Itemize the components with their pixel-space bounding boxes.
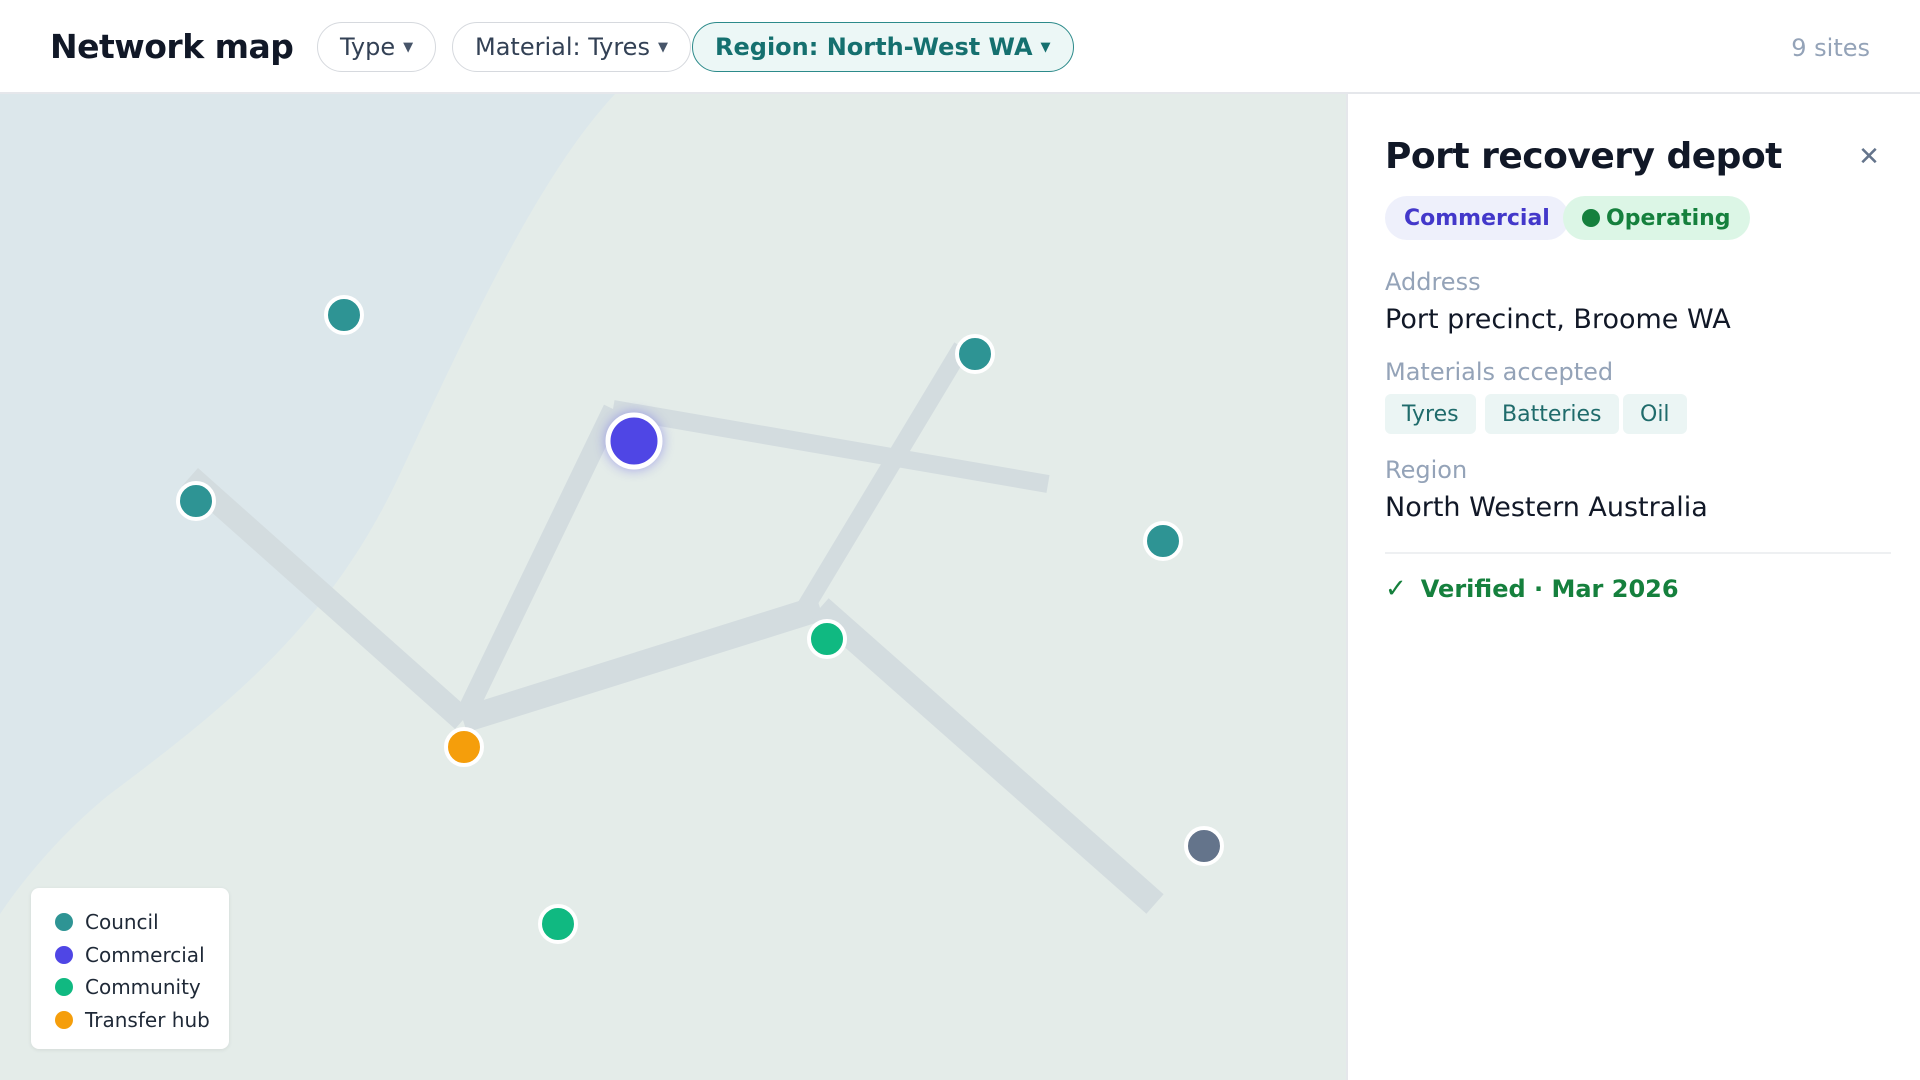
site-marker-council[interactable] [955, 334, 995, 374]
legend-item-council: Council [55, 906, 229, 939]
site-marker-council[interactable] [176, 481, 216, 521]
material-tag: Tyres [1385, 394, 1476, 434]
verified-label: Verified · Mar 2026 [1420, 575, 1679, 603]
site-marker-council[interactable] [324, 295, 364, 335]
materials-label: Materials accepted [1385, 358, 1614, 386]
route-segment [797, 342, 970, 613]
legend-item-commercial: Commercial [55, 939, 229, 972]
address-label: Address [1385, 268, 1481, 296]
legend-item-community: Community [55, 971, 229, 1004]
site-marker-community[interactable] [538, 904, 578, 944]
material-tag: Batteries [1485, 394, 1619, 434]
legend-item-transfer-hub: Transfer hub [55, 1004, 229, 1037]
water-area [0, 94, 615, 914]
page-title: Network map [50, 27, 294, 66]
site-count: 9 sites [1791, 34, 1870, 62]
site-detail-panel: Port recovery depot ✕ Commercial Operati… [1346, 94, 1920, 1080]
chevron-down-icon: ▼ [403, 39, 414, 55]
legend-label: Council [85, 910, 159, 935]
filter-material-chip[interactable]: Material: Tyres ▼ [452, 22, 691, 72]
legend-dot-icon [55, 913, 73, 932]
filter-material-label: Material: Tyres [475, 33, 650, 61]
legend-dot-icon [55, 1010, 73, 1029]
close-icon[interactable]: ✕ [1856, 144, 1882, 170]
region-value: North Western Australia [1385, 492, 1708, 523]
site-marker-community[interactable] [807, 619, 847, 659]
status-dot-icon [1582, 209, 1600, 227]
region-label: Region [1385, 456, 1468, 484]
check-icon: ✓ [1385, 574, 1407, 604]
legend-label: Transfer hub [85, 1007, 210, 1032]
legend-dot-icon [55, 978, 73, 997]
type-badge-label: Commercial [1404, 205, 1550, 231]
filter-type-chip[interactable]: Type ▼ [317, 22, 437, 72]
site-marker-transfer-hub[interactable] [444, 727, 484, 767]
material-tag: Oil [1623, 394, 1687, 434]
route-segment [811, 598, 1164, 914]
map-legend: Council Commercial Community Transfer hu… [31, 888, 229, 1049]
top-bar: Network map Type ▼ Material: Tyres ▼ Reg… [0, 0, 1920, 94]
site-marker-council[interactable] [1143, 521, 1183, 561]
legend-label: Community [85, 975, 201, 1000]
chevron-down-icon: ▼ [1040, 39, 1051, 55]
address-value: Port precinct, Broome WA [1385, 304, 1731, 335]
filter-region-label: Region: North-West WA [715, 33, 1033, 61]
site-title: Port recovery depot [1385, 136, 1782, 177]
verified-status: ✓ Verified · Mar 2026 [1385, 574, 1679, 604]
status-badge-label: Operating [1606, 205, 1731, 231]
filter-region-chip[interactable]: Region: North-West WA ▼ [692, 22, 1074, 72]
legend-label: Commercial [85, 942, 205, 967]
site-marker-inactive[interactable] [1184, 826, 1224, 866]
chevron-down-icon: ▼ [657, 39, 668, 55]
divider [1385, 552, 1891, 554]
route-segment [611, 400, 1050, 493]
type-badge: Commercial [1385, 196, 1569, 240]
site-marker-commercial-selected[interactable] [605, 412, 663, 470]
status-badge: Operating [1563, 196, 1750, 240]
filter-type-label: Type [340, 33, 396, 61]
legend-dot-icon [55, 945, 73, 964]
map-canvas[interactable]: Council Commercial Community Transfer hu… [0, 94, 1346, 1080]
